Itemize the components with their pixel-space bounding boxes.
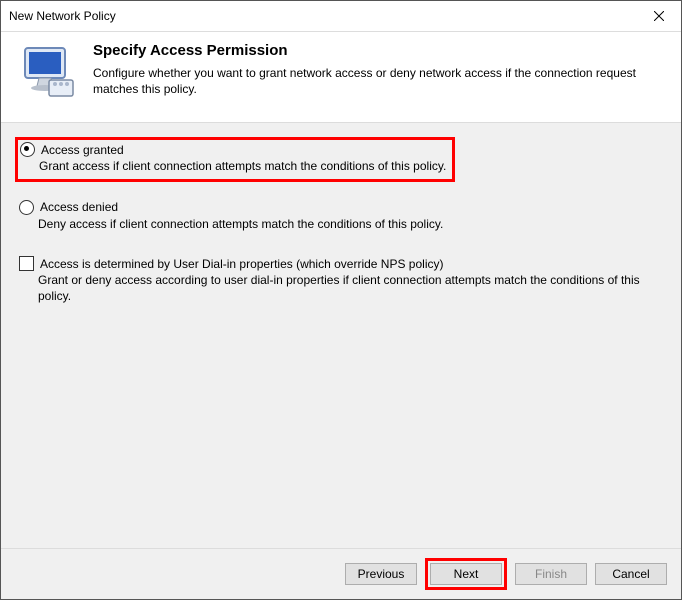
- next-button[interactable]: Next: [430, 563, 502, 585]
- footer: Previous Next Finish Cancel: [1, 548, 681, 599]
- window-title: New Network Policy: [9, 9, 116, 23]
- previous-button[interactable]: Previous: [345, 563, 417, 585]
- close-icon: [654, 11, 664, 21]
- header-text: Specify Access Permission Configure whet…: [93, 42, 669, 104]
- finish-button: Finish: [515, 563, 587, 585]
- dialog-window: New Network Policy Specify Access Permis…: [0, 0, 682, 600]
- body: Access granted Grant access if client co…: [1, 123, 681, 548]
- option-access-denied[interactable]: Access denied Deny access if client conn…: [15, 196, 667, 239]
- page-description: Configure whether you want to grant netw…: [93, 65, 669, 97]
- header: Specify Access Permission Configure whet…: [1, 32, 681, 123]
- radio-access-granted[interactable]: [20, 142, 35, 157]
- radio-access-denied[interactable]: [19, 200, 34, 215]
- label-access-granted: Access granted: [41, 143, 124, 157]
- option-access-granted[interactable]: Access granted Grant access if client co…: [15, 137, 455, 182]
- desc-access-granted: Grant access if client connection attemp…: [39, 159, 446, 175]
- option-dialin[interactable]: Access is determined by User Dial-in pro…: [15, 252, 667, 310]
- header-monitor-icon: [19, 44, 79, 104]
- label-access-denied: Access denied: [40, 200, 118, 214]
- titlebar: New Network Policy: [1, 1, 681, 32]
- close-button[interactable]: [636, 1, 681, 31]
- label-dialin: Access is determined by User Dial-in pro…: [40, 257, 443, 271]
- desc-dialin: Grant or deny access according to user d…: [38, 273, 663, 304]
- desc-access-denied: Deny access if client connection attempt…: [38, 217, 663, 233]
- page-heading: Specify Access Permission: [93, 42, 669, 59]
- checkbox-dialin[interactable]: [19, 256, 34, 271]
- next-button-highlight: Next: [425, 558, 507, 590]
- cancel-button[interactable]: Cancel: [595, 563, 667, 585]
